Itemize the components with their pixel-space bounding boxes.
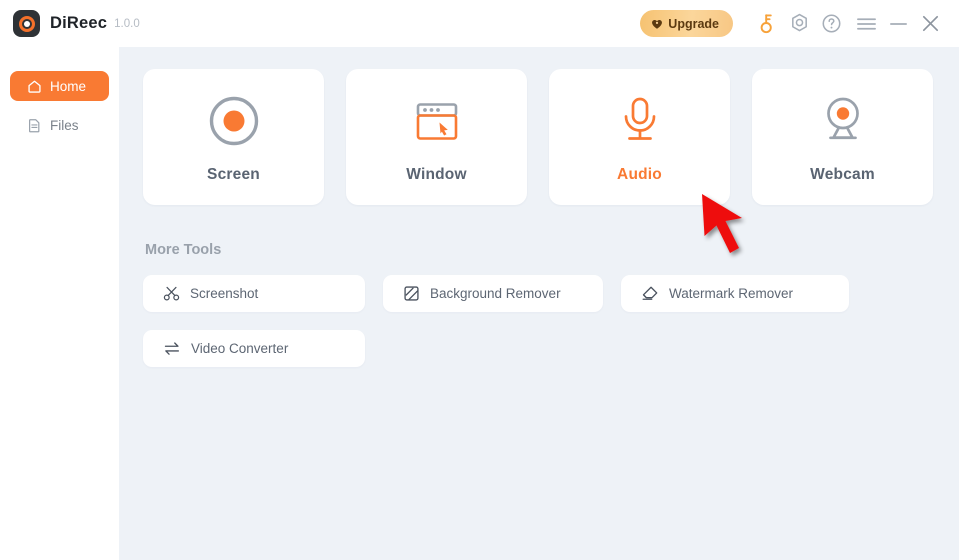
file-icon bbox=[29, 118, 40, 132]
striped-square-icon bbox=[404, 286, 419, 301]
upgrade-label: Upgrade bbox=[668, 16, 719, 31]
record-logo-icon bbox=[13, 10, 40, 37]
card-label: Audio bbox=[617, 166, 662, 183]
hamburger-menu-icon[interactable] bbox=[850, 8, 882, 40]
main-content: Screen Window Audio Webcam More Tools Sc… bbox=[119, 47, 959, 560]
card-label: Window bbox=[406, 166, 467, 183]
card-webcam[interactable]: Webcam bbox=[752, 69, 933, 205]
card-window[interactable]: Window bbox=[346, 69, 527, 205]
microphone-icon bbox=[613, 90, 667, 152]
brand: DiReec 1.0.0 bbox=[13, 10, 140, 37]
title-bar: DiReec 1.0.0 Upgrade bbox=[0, 0, 959, 47]
sidebar: Home Files bbox=[0, 47, 119, 560]
home-icon bbox=[28, 80, 41, 93]
app-name: DiReec bbox=[50, 14, 108, 32]
tool-watermark-remover[interactable]: Watermark Remover bbox=[621, 275, 849, 312]
sidebar-item-home[interactable]: Home bbox=[10, 71, 109, 101]
tool-video-converter[interactable]: Video Converter bbox=[143, 330, 365, 367]
upgrade-button[interactable]: Upgrade bbox=[640, 10, 733, 37]
tool-background-remover[interactable]: Background Remover bbox=[383, 275, 603, 312]
scissors-icon bbox=[163, 286, 180, 301]
help-circle-icon[interactable] bbox=[815, 8, 847, 40]
more-tools-title: More Tools bbox=[145, 242, 222, 258]
sidebar-item-files[interactable]: Files bbox=[10, 110, 109, 140]
tool-label: Video Converter bbox=[191, 341, 289, 356]
card-label: Screen bbox=[207, 166, 260, 183]
app-version: 1.0.0 bbox=[114, 17, 140, 30]
swap-arrows-icon bbox=[164, 342, 179, 355]
tool-screenshot[interactable]: Screenshot bbox=[143, 275, 365, 312]
key-icon[interactable] bbox=[751, 8, 783, 40]
capture-mode-cards: Screen Window Audio Webcam bbox=[143, 69, 933, 205]
sidebar-item-label: Files bbox=[50, 117, 79, 133]
tool-label: Screenshot bbox=[190, 286, 259, 301]
webcam-icon bbox=[815, 90, 871, 152]
browser-window-icon bbox=[410, 90, 464, 152]
record-circle-icon bbox=[206, 90, 262, 152]
card-audio[interactable]: Audio bbox=[549, 69, 730, 205]
card-label: Webcam bbox=[810, 166, 875, 183]
sidebar-item-label: Home bbox=[50, 78, 87, 94]
heart-icon bbox=[652, 19, 663, 29]
more-tools-list: Screenshot Background Remover Watermark … bbox=[143, 275, 933, 367]
card-screen[interactable]: Screen bbox=[143, 69, 324, 205]
titlebar-controls: Upgrade bbox=[640, 0, 959, 47]
minimize-icon[interactable] bbox=[882, 8, 914, 40]
gear-hexagon-icon[interactable] bbox=[783, 8, 815, 40]
tool-label: Background Remover bbox=[430, 286, 561, 301]
eraser-icon bbox=[642, 286, 658, 300]
close-icon[interactable] bbox=[914, 8, 946, 40]
app-window: DiReec 1.0.0 Upgrade Home Files Screen W… bbox=[0, 0, 959, 560]
tool-label: Watermark Remover bbox=[669, 286, 794, 301]
